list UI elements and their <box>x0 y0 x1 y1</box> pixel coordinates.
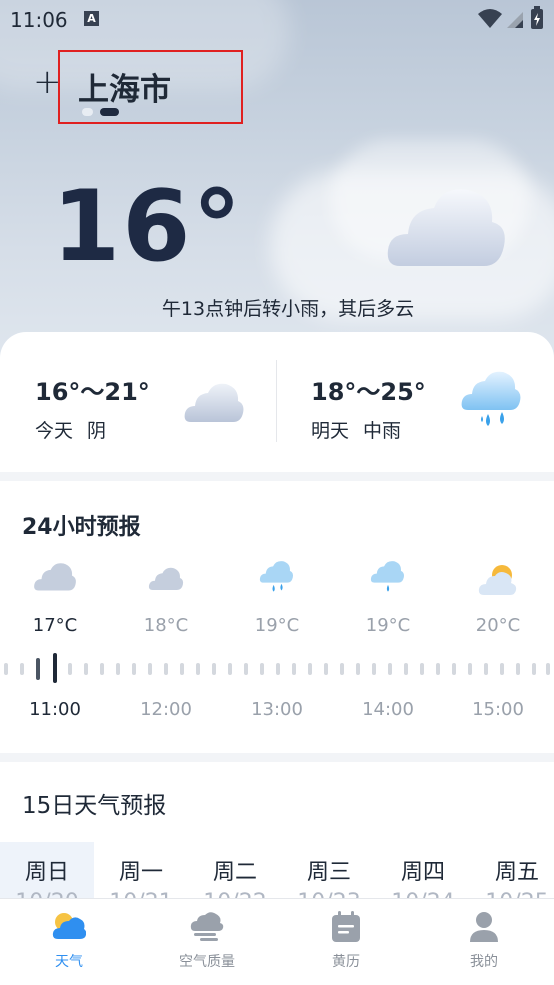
nav-label: 天气 <box>55 954 83 970</box>
almanac-icon <box>332 911 360 942</box>
day-tab[interactable]: 周四10/24 <box>376 842 470 915</box>
hour-time: 11:00 <box>29 699 81 720</box>
status-indicators <box>477 6 544 34</box>
hour-time: 12:00 <box>140 699 192 720</box>
page-indicator-dot <box>82 108 93 116</box>
signal-icon <box>506 12 523 28</box>
wifi-icon <box>477 9 502 28</box>
nav-tab-profile[interactable]: 我的 <box>415 899 553 985</box>
nav-tab-air-quality[interactable]: 空气质量 <box>138 899 276 985</box>
hour-temp: 19°C <box>254 615 300 636</box>
timeline-scroller[interactable] <box>0 653 554 683</box>
hour-temp: 18°C <box>143 615 189 636</box>
today-tomorrow-card: 16°～21° 今天 阴 18°～25° 明天 中雨 <box>0 332 554 472</box>
day-tab[interactable]: 周二10/22 <box>188 842 282 915</box>
day-tab[interactable]: 周一10/21 <box>94 842 188 915</box>
hour-item[interactable]: 19°C 13:00 <box>232 481 322 753</box>
day-tab-label: 周三 <box>306 860 351 885</box>
status-time: 11:06 <box>10 8 68 32</box>
notification-icon: A <box>84 11 99 26</box>
weather-summary: 午13点钟后转小雨，其后多云 <box>0 294 554 321</box>
today-condition: 今天 阴 <box>35 420 107 442</box>
today-temp-range: 16°～21° <box>35 378 150 406</box>
day-tab-label: 周一 <box>118 860 163 885</box>
nav-label: 空气质量 <box>179 954 235 970</box>
cloud-icon <box>148 567 184 591</box>
light-rain-icon <box>259 561 293 592</box>
nav-tab-weather[interactable]: 天气 <box>0 899 138 985</box>
battery-icon <box>531 6 543 29</box>
day-tab[interactable]: 周三10/23 <box>282 842 376 915</box>
page-indicator-dot-active <box>100 108 119 116</box>
hour-time: 13:00 <box>251 699 303 720</box>
day-tab-label: 周五 <box>494 860 539 885</box>
hour-item[interactable]: 18°C 12:00 <box>121 481 211 753</box>
day-tab[interactable]: 周五10/25 <box>470 842 554 915</box>
bottom-navigation: 天气 空气质量 黄历 我的 <box>0 898 554 985</box>
hour-item[interactable]: 19°C 14:00 <box>343 481 433 753</box>
card-divider <box>276 360 277 442</box>
weather-summary-text: 午13点钟后转小雨，其后多云 <box>161 298 415 320</box>
status-bar: 11:06 A <box>0 0 554 38</box>
day-tab-label: 周二 <box>212 860 257 885</box>
hour-temp: 20°C <box>475 615 521 636</box>
nav-tab-almanac[interactable]: 黄历 <box>277 899 415 985</box>
cloud-icon <box>184 383 244 422</box>
forecast-15-title: 15日天气预报 <box>22 793 167 819</box>
rain-cloud-icon <box>461 371 521 426</box>
hourly-forecast-card: 24小时预报 17°C 11:00 18°C 12:00 19°C 13:00 … <box>0 481 554 753</box>
light-rain-icon <box>370 561 404 592</box>
hour-temp: 17°C <box>32 615 78 636</box>
large-cloud-icon <box>387 189 505 266</box>
hour-item[interactable]: 17°C 11:00 <box>10 481 100 753</box>
forecast-15-card: 15日天气预报 周日10/20 周一10/21 周二10/22 周三10/23 … <box>0 762 554 915</box>
hour-temp: 19°C <box>365 615 411 636</box>
profile-icon <box>470 912 498 942</box>
hour-time: 15:00 <box>472 699 524 720</box>
hour-time: 14:00 <box>362 699 414 720</box>
day-tab-label: 周四 <box>400 860 445 885</box>
current-temperature: 16° <box>52 170 244 284</box>
nav-label: 黄历 <box>332 954 360 970</box>
day-tab[interactable]: 周日10/20 <box>0 842 94 915</box>
hour-item[interactable]: 20°C 15:00 <box>453 481 543 753</box>
tomorrow-temp-range: 18°～25° <box>311 378 426 406</box>
nav-label: 我的 <box>470 954 498 970</box>
day-tab-label: 周日 <box>24 860 69 885</box>
tomorrow-condition: 明天 中雨 <box>311 420 402 442</box>
cloud-icon <box>34 563 76 591</box>
weather-icon <box>52 913 86 939</box>
air-quality-icon <box>190 912 224 941</box>
partly-sunny-icon <box>478 565 517 595</box>
